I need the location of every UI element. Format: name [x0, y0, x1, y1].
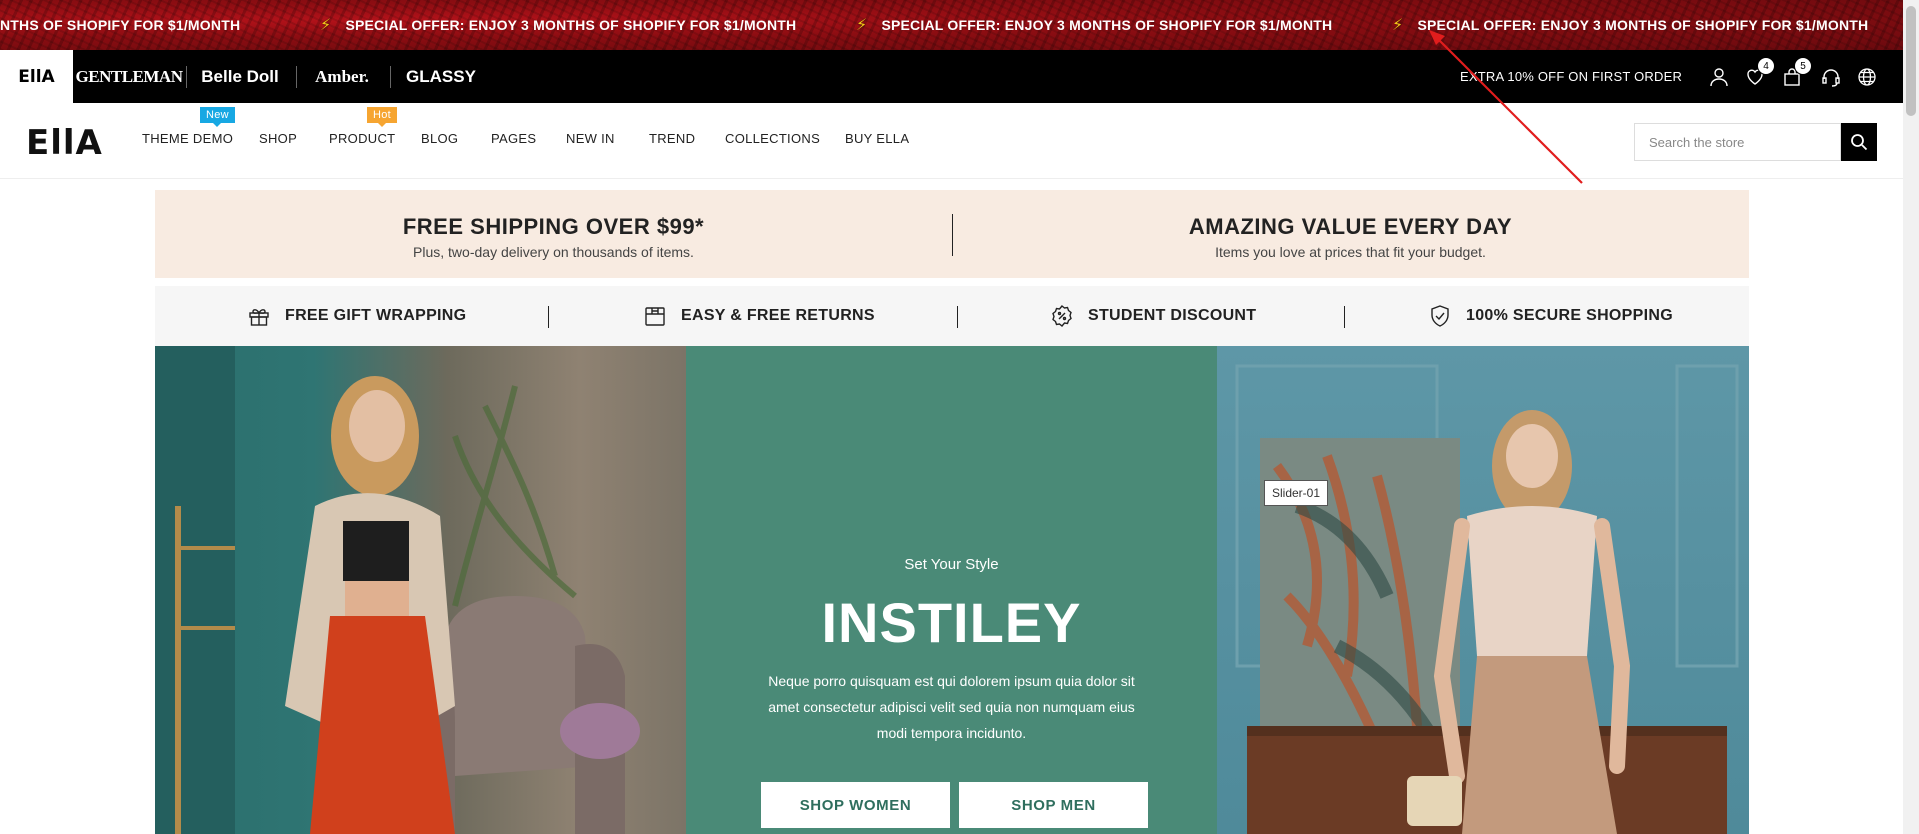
scrollbar-thumb[interactable]: [1906, 6, 1916, 116]
annotation-arrow: [1429, 30, 1583, 184]
page-scrollbar[interactable]: [1903, 0, 1919, 834]
